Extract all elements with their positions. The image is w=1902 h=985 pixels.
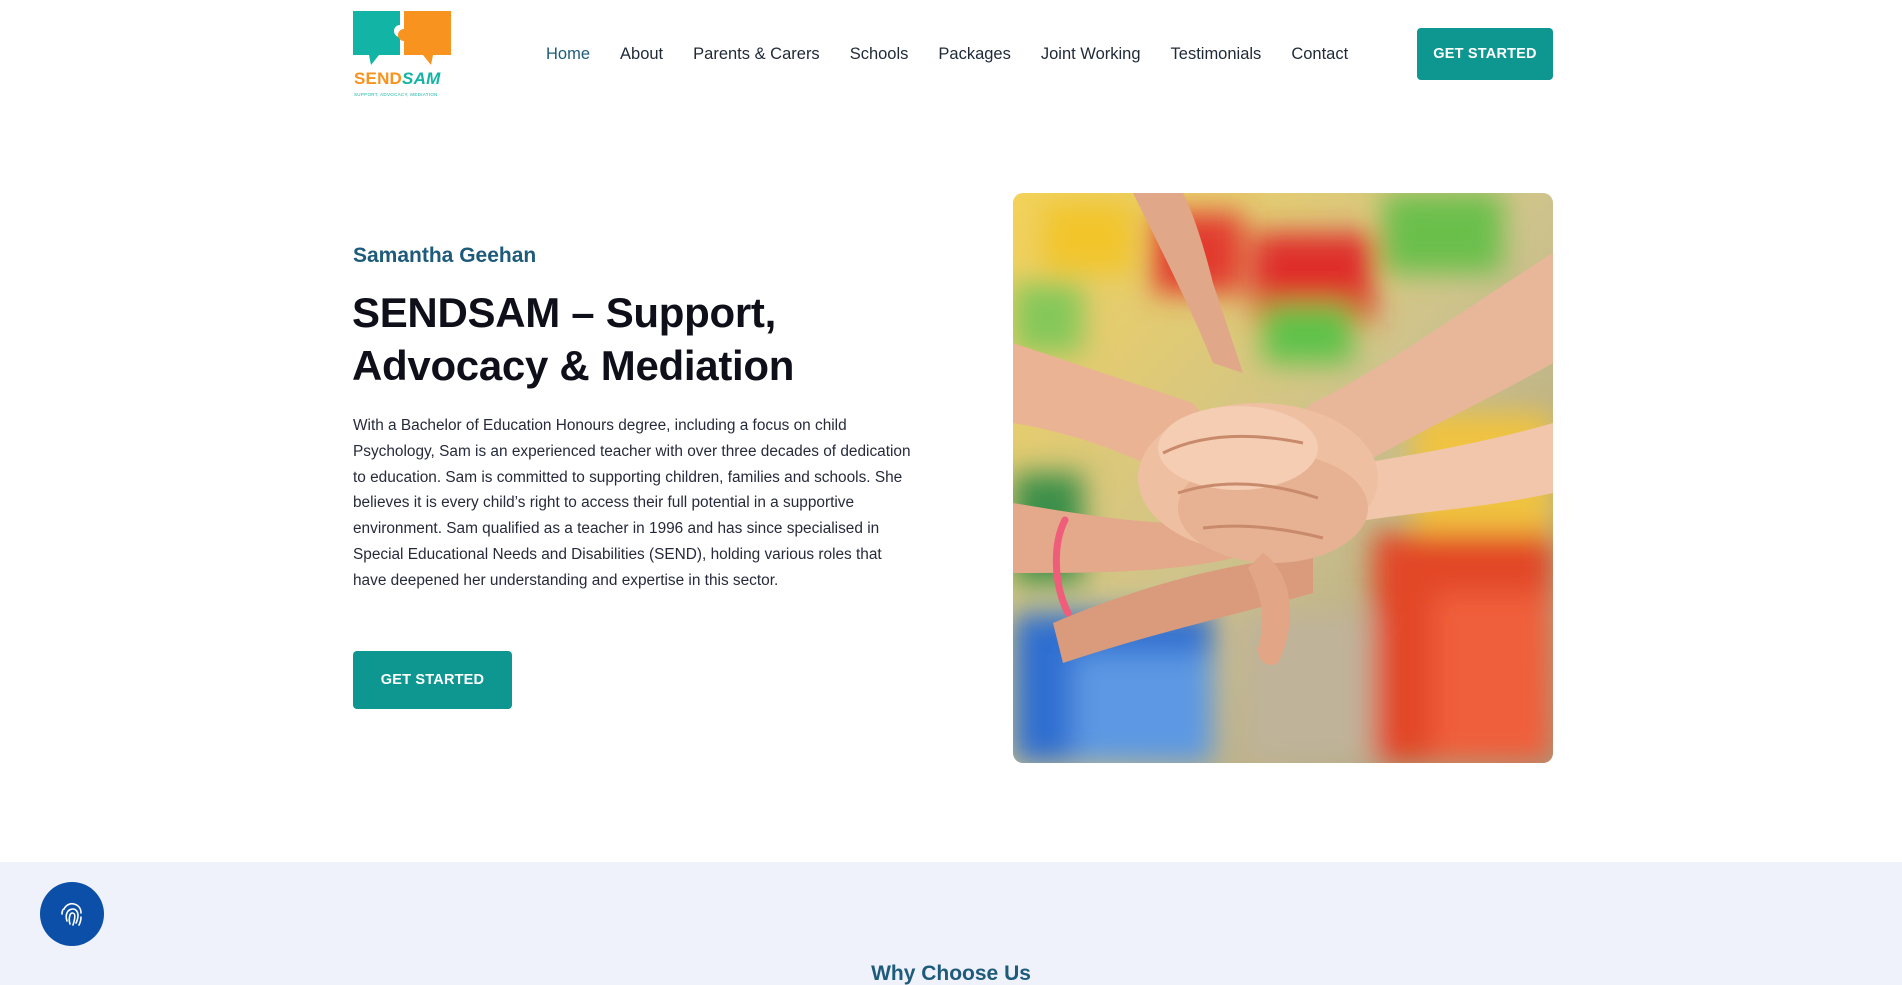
site-header: SENDSAM Support, Advocacy, Mediation Hom… — [0, 0, 1902, 108]
nav-item-testimonials[interactable]: Testimonials — [1171, 43, 1262, 65]
why-choose-us-section: Why Choose Us — [0, 862, 1902, 985]
why-choose-us-heading: Why Choose Us — [871, 962, 1031, 985]
hero-image — [1013, 193, 1553, 763]
hero-description: With a Bachelor of Education Honours deg… — [353, 417, 911, 589]
nav-item-about[interactable]: About — [620, 43, 663, 65]
nav-item-contact[interactable]: Contact — [1291, 43, 1348, 65]
logo-tagline: Support, Advocacy, Mediation — [354, 92, 438, 97]
nav-item-packages[interactable]: Packages — [938, 43, 1010, 65]
stacked-hands-photo — [1013, 193, 1553, 763]
nav-item-parents-carers[interactable]: Parents & Carers — [693, 43, 820, 65]
hero-get-started-button[interactable]: GET STARTED — [353, 651, 512, 709]
nav-item-home[interactable]: Home — [546, 43, 590, 65]
site-logo[interactable]: SENDSAM Support, Advocacy, Mediation — [353, 11, 451, 99]
nav-item-schools[interactable]: Schools — [850, 43, 909, 65]
fingerprint-icon — [61, 902, 82, 926]
header-get-started-button[interactable]: GET STARTED — [1417, 28, 1553, 80]
hero-eyebrow: Samantha Geehan — [353, 244, 537, 267]
logo-wordmark: SENDSAM — [354, 69, 441, 88]
nav-item-joint-working[interactable]: Joint Working — [1041, 43, 1141, 65]
accessibility-button[interactable] — [40, 882, 104, 946]
main-nav: Home About Parents & Carers Schools Pack… — [546, 43, 1348, 65]
puzzle-speech-logo-icon — [353, 11, 451, 65]
hero-title: SENDSAM – Support, Advocacy & Mediation — [352, 289, 795, 389]
